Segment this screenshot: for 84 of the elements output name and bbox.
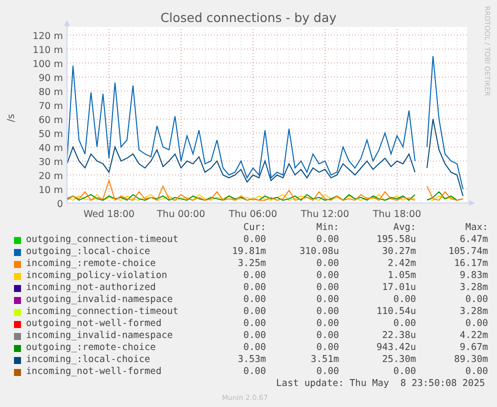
x-tick-label: Thu 18:00 [372, 209, 422, 220]
avg-value: 22.38u [381, 330, 416, 342]
cur-value: 0.00 [242, 234, 266, 246]
last-update-text: Last update: Thu May 8 23:50:08 2025 [276, 378, 485, 389]
series-name: incoming_invalid-namespace [26, 330, 174, 342]
y-tick-label: 40 m [38, 143, 63, 154]
min-value: 0.00 [315, 270, 339, 282]
min-value: 0.00 [315, 294, 339, 306]
min-value: 0.00 [315, 330, 339, 342]
cur-value: 19.81m [231, 246, 266, 258]
cur-value: 0.00 [242, 330, 266, 342]
min-value: 0.00 [315, 306, 339, 318]
cur-value: 3.25m [236, 258, 266, 270]
max-value: 0.00 [464, 366, 488, 378]
avg-value: 0.00 [392, 294, 416, 306]
avg-value: 195.58u [375, 234, 416, 246]
cur-value: 0.00 [242, 342, 266, 354]
min-value: 0.00 [315, 318, 339, 330]
min-value: 0.00 [315, 282, 339, 294]
column-header: Max: [464, 222, 488, 234]
series-name: incoming_policy-violation [26, 270, 168, 282]
avg-value: 0.00 [392, 366, 416, 378]
cur-value: 0.00 [242, 306, 266, 318]
cur-value: 0.00 [242, 282, 266, 294]
cur-value: 3.53m [236, 354, 266, 366]
avg-value: 25.30m [381, 354, 416, 366]
x-tick-label: Thu 00:00 [156, 209, 206, 220]
y-axis-label: /s [6, 114, 17, 122]
cur-value: 0.00 [242, 270, 266, 282]
min-value: 0.00 [315, 366, 339, 378]
avg-value: 1.05m [386, 270, 416, 282]
column-header: Min: [315, 222, 339, 234]
max-value: 16.17m [453, 258, 488, 270]
cur-value: 0.00 [242, 318, 266, 330]
avg-value: 2.42m [386, 258, 416, 270]
min-value: 3.51m [310, 354, 339, 366]
series-name: incoming_:local-choice [26, 354, 152, 366]
y-tick-label: 60 m [38, 115, 63, 126]
x-tick-label: Thu 06:00 [228, 209, 278, 220]
y-tick-label: 50 m [38, 129, 63, 140]
avg-value: 943.42u [375, 342, 416, 354]
max-value: 89.30m [453, 354, 488, 366]
cur-value: 0.00 [242, 294, 266, 306]
series-name: incoming_:remote-choice [26, 258, 157, 270]
column-header: Cur: [242, 222, 266, 234]
series-name: outgoing_connection-timeout [26, 234, 180, 246]
max-value: 0.00 [464, 294, 488, 306]
series-name: outgoing_not-well-formed [26, 318, 162, 330]
x-tick-label: Wed 18:00 [83, 209, 135, 220]
avg-value: 110.54u [375, 306, 416, 318]
max-value: 6.47m [458, 234, 488, 246]
max-value: 3.28m [458, 306, 488, 318]
y-tick-label: 120 m [32, 31, 63, 42]
avg-value: 17.01u [381, 282, 416, 294]
series-name: outgoing_:remote-choice [26, 342, 157, 354]
min-value: 0.00 [315, 342, 339, 354]
max-value: 3.28m [458, 282, 488, 294]
min-value: 0.00 [315, 258, 339, 270]
y-tick-label: 10 m [38, 185, 63, 196]
series-name: outgoing_:local-choice [26, 246, 152, 258]
y-tick-label: 110 m [32, 45, 63, 56]
series-name: outgoing_invalid-namespace [26, 294, 174, 306]
series-name: incoming_not-authorized [26, 282, 157, 294]
min-value: 0.00 [315, 234, 339, 246]
y-tick-label: 90 m [38, 73, 63, 84]
max-value: 4.22m [458, 330, 488, 342]
y-tick-label: 80 m [38, 87, 63, 98]
avg-value: 0.00 [392, 318, 416, 330]
x-tick-label: Thu 12:00 [300, 209, 350, 220]
y-tick-label: 0 [56, 199, 63, 210]
column-header: Avg: [392, 222, 416, 234]
max-value: 9.67m [458, 342, 488, 354]
avg-value: 30.27m [381, 246, 416, 258]
min-value: 310.08u [298, 246, 339, 258]
y-tick-label: 20 m [38, 171, 63, 182]
y-tick-label: 70 m [38, 101, 63, 112]
max-value: 0.00 [464, 318, 488, 330]
cur-value: 0.00 [242, 366, 266, 378]
max-value: 105.74m [447, 246, 488, 258]
y-tick-label: 100 m [32, 59, 63, 70]
series-name: incoming_not-well-formed [26, 366, 162, 378]
max-value: 9.83m [458, 270, 488, 282]
y-tick-label: 30 m [38, 157, 63, 168]
series-name: incoming_connection-timeout [26, 306, 180, 318]
